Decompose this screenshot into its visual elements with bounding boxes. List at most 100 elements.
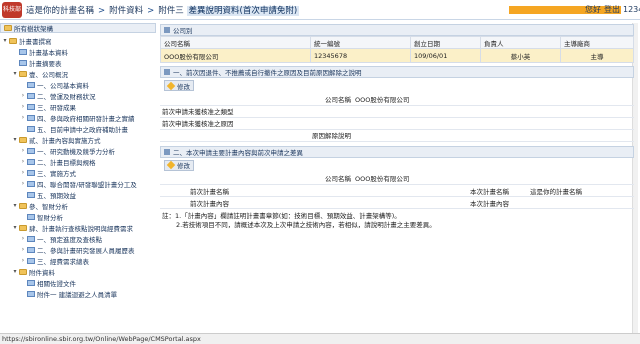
table-cell: 109/06/01	[410, 48, 481, 63]
greeting-text: 您好	[585, 5, 601, 14]
sidebar-item[interactable]: 一、公司基本資料	[0, 79, 156, 90]
chevron-right-icon[interactable]: ›	[20, 169, 26, 176]
table-row[interactable]: OOO股份有限公司 12345678 109/06/01 蔡小英 主導	[160, 48, 634, 63]
sidebar-tree: 所有樹狀架構 ▾ 計畫書撰寫 計畫基本資料 計畫摘要表 ▾ 壹、公司概況 一、公司基本資料 ›…	[0, 23, 156, 333]
field-label: 前次計畫內容	[160, 196, 355, 209]
note-line: 2.若技術項目不同，請概述本次及上次申請之技術內容，若相似，請說明計畫之主要差異…	[176, 221, 436, 229]
document-icon	[27, 246, 35, 253]
sidebar-item[interactable]: › 二、參與計畫研究發展人員履歷表	[0, 244, 156, 255]
chevron-down-icon[interactable]: ▾	[12, 70, 18, 77]
document-icon	[27, 103, 35, 110]
form-row: 前次計畫內容 本次計畫內容	[160, 196, 634, 209]
sidebar-item[interactable]: › 四、參與政府相關研發計畫之實績	[0, 112, 156, 123]
chevron-right-icon[interactable]: ›	[20, 103, 26, 110]
sidebar-item[interactable]: ▾ 貳、計畫內容與實施方式	[0, 134, 156, 145]
sidebar-item-label: 附件資料	[29, 268, 55, 277]
form-row: 公司名稱 OOO股份有限公司	[160, 93, 634, 106]
sidebar-item[interactable]: › 一、預定進度及查核點	[0, 233, 156, 244]
sidebar-item[interactable]: ▾ 附件資料	[0, 266, 156, 277]
panel-marker-icon	[164, 27, 170, 33]
field-value	[355, 117, 634, 130]
chevron-down-icon[interactable]: ▾	[12, 224, 18, 231]
breadcrumb-item-attachment-3[interactable]: 附件三	[158, 6, 184, 16]
breadcrumb-item-project[interactable]: 這是你的計畫名稱	[26, 6, 94, 16]
field-value	[355, 105, 634, 118]
site-logo[interactable]: 科技部	[2, 2, 22, 18]
field-label: 前次申請未獲核准之類型	[160, 105, 355, 118]
chevron-right-icon[interactable]: ›	[20, 158, 26, 165]
section2-edit-button[interactable]: 修改	[164, 159, 194, 171]
chevron-right-icon[interactable]: ›	[20, 92, 26, 99]
sidebar-item-label: 計畫基本資料	[29, 48, 68, 57]
column-header: 公司名稱	[160, 36, 311, 49]
page-title: 差異說明資料(首次申請免附)	[186, 6, 300, 16]
sidebar-item[interactable]: › 四、聯合開發/研發聯盟計畫分工及	[0, 178, 156, 189]
pencil-icon	[166, 81, 176, 90]
field-value: 這是你的計畫名稱	[530, 184, 634, 197]
sidebar-item-label: 計畫書撰寫	[19, 37, 52, 46]
company-table: 公司名稱 統一編號 創立日期 負責人 主導廠商 OOO股份有限公司 123456…	[160, 36, 634, 63]
sidebar-item[interactable]: ▾ 壹、公司概況	[0, 68, 156, 79]
sidebar-item[interactable]: › 三、經費需求總表	[0, 255, 156, 266]
sidebar-item[interactable]: › 三、研發成果	[0, 101, 156, 112]
status-url: https://sbironline.sbir.org.tw/Online/We…	[2, 335, 201, 343]
sidebar-item-label: 三、研發成果	[37, 103, 76, 112]
table-cell: 主導	[560, 48, 634, 63]
sidebar-item[interactable]: ▾ 肆、計畫執行查核點說明與經費需求	[0, 222, 156, 233]
table-header-row: 公司名稱 統一編號 創立日期 負責人 主導廠商	[160, 36, 634, 49]
folder-icon	[19, 224, 27, 231]
sidebar-item[interactable]: › 二、計畫目標與規格	[0, 156, 156, 167]
folder-icon	[4, 25, 12, 31]
chevron-right-icon[interactable]: ›	[20, 180, 26, 187]
section1-edit-button[interactable]: 修改	[164, 80, 194, 91]
sidebar-item-label: 四、聯合開發/研發聯盟計畫分工及	[37, 180, 137, 189]
document-icon	[27, 125, 35, 132]
sidebar-item-label: 一、研究動機及競爭力分析	[37, 147, 115, 156]
field-value	[355, 184, 470, 197]
column-header: 負責人	[480, 36, 561, 49]
breadcrumb-item-attachments[interactable]: 附件資料	[109, 6, 143, 16]
sidebar-item[interactable]: ▾ 參、智財分析	[0, 200, 156, 211]
status-bar: https://sbironline.sbir.org.tw/Online/We…	[0, 333, 640, 344]
sidebar-item[interactable]: 五、目前申請中之政府補助計畫	[0, 123, 156, 134]
document-icon	[27, 114, 35, 121]
panel-marker-icon	[164, 148, 170, 155]
main-content: 公司別 公司名稱 統一編號 創立日期 負責人 主導廠商 OOO股份有限公司 12…	[160, 24, 634, 230]
sidebar-item-label: 一、預定進度及查核點	[37, 235, 102, 244]
chevron-down-icon[interactable]: ▾	[12, 202, 18, 209]
sidebar-item[interactable]: › 二、營運及財務狀況	[0, 90, 156, 101]
chevron-down-icon[interactable]: ▾	[12, 268, 18, 275]
sidebar-item[interactable]: 計畫摘要表	[0, 57, 156, 68]
sidebar-item-label: 五、預期效益	[37, 191, 76, 200]
chevron-down-icon[interactable]: ▾	[2, 37, 8, 44]
field-label: 前次計畫名稱	[160, 184, 355, 197]
chevron-right-icon[interactable]: ›	[20, 114, 26, 121]
user-id-link[interactable]: 12345	[623, 5, 640, 14]
sidebar-item[interactable]: › 三、實施方式	[0, 167, 156, 178]
folder-icon	[19, 268, 27, 275]
sidebar-item-label: 三、經費需求總表	[37, 257, 89, 266]
sidebar-title: 所有樹狀架構	[14, 25, 53, 33]
sidebar-item[interactable]: 五、預期效益	[0, 189, 156, 200]
chevron-right-icon[interactable]: ›	[20, 235, 26, 242]
section1-header: 一、前次因退件、不推薦或自行撤件之原因及目前原因解除之說明	[160, 66, 634, 78]
section1-form: 公司名稱 OOO股份有限公司 前次申請未獲核准之類型 前次申請未獲核准之原因 原…	[160, 93, 634, 142]
chevron-right-icon[interactable]: ›	[20, 246, 26, 253]
sidebar-item[interactable]: ▾ 計畫書撰寫	[0, 35, 156, 46]
sidebar-item-label: 智財分析	[37, 213, 63, 222]
chevron-down-icon[interactable]: ▾	[12, 136, 18, 143]
pencil-icon	[166, 160, 176, 170]
sidebar-item[interactable]: 智財分析	[0, 211, 156, 222]
chevron-right-icon[interactable]: ›	[20, 147, 26, 154]
field-label: 公司名稱	[160, 93, 355, 106]
sidebar-item[interactable]: 計畫基本資料	[0, 46, 156, 57]
chevron-right-icon[interactable]: ›	[20, 257, 26, 264]
sidebar-item[interactable]: 附件一 建議迴避之人員清單	[0, 288, 156, 299]
sidebar-item-label: 四、參與政府相關研發計畫之實績	[37, 114, 135, 123]
sidebar-item[interactable]: › 一、研究動機及競爭力分析	[0, 145, 156, 156]
logout-link[interactable]: 登出	[604, 5, 620, 14]
sidebar-item[interactable]: 相關佐證文件	[0, 277, 156, 288]
sidebar-item-label: 一、公司基本資料	[37, 81, 89, 90]
field-value	[530, 196, 634, 209]
company-panel-title: 公司別	[173, 27, 193, 35]
